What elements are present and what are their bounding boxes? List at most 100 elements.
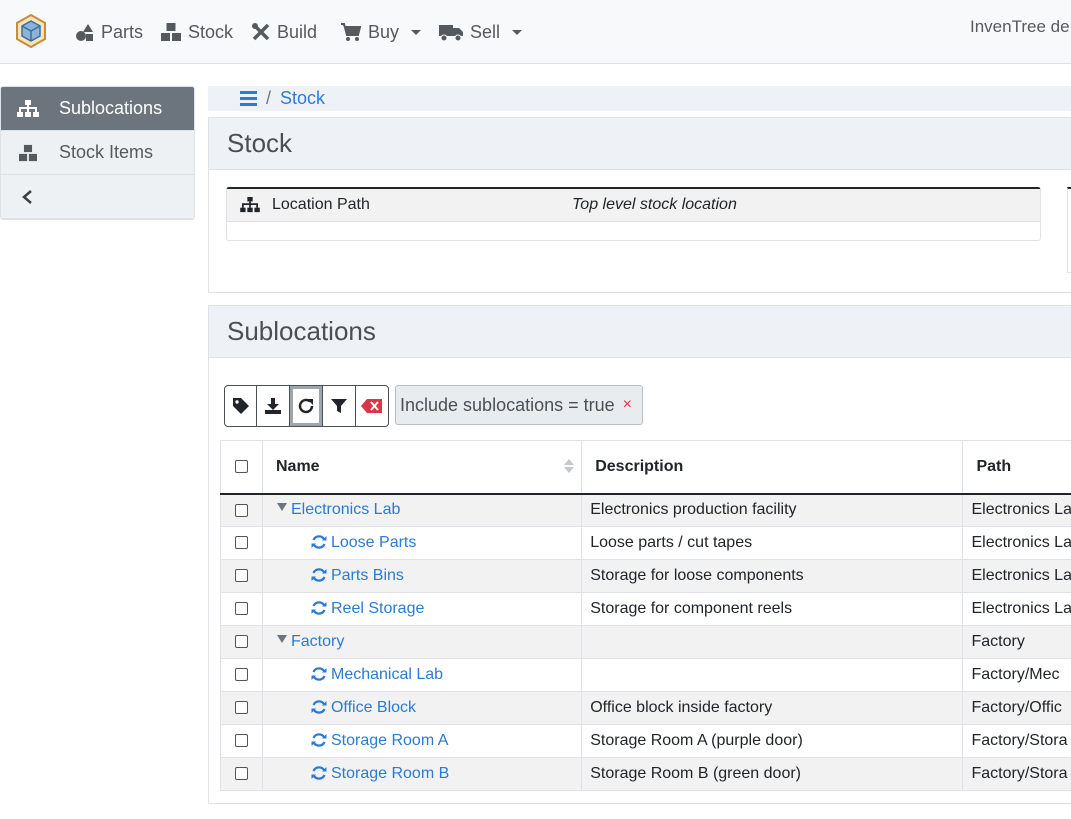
column-header-name[interactable]: Name: [261, 440, 582, 495]
column-header-description[interactable]: Description: [581, 440, 963, 495]
print-labels-button[interactable]: [224, 385, 257, 427]
column-header-label: Name: [275, 457, 320, 475]
sidebar-collapse-button[interactable]: [1, 175, 194, 219]
remove-filter-icon[interactable]: ×: [623, 396, 632, 414]
path-cell: Electronics La: [962, 493, 1071, 527]
tag-icon: [232, 398, 249, 414]
nav-buy-label: Buy: [368, 21, 400, 42]
description-cell: Office block inside factory: [581, 691, 963, 725]
row-checkbox[interactable]: [234, 767, 248, 781]
clear-filters-button[interactable]: [356, 385, 389, 427]
table-row[interactable]: Mechanical Lab Factory/Mec: [220, 658, 1071, 692]
chevron-down-icon: [411, 29, 422, 35]
table-row[interactable]: Parts Bins Storage for loose components El…: [220, 559, 1071, 593]
nav-buy[interactable]: Buy: [340, 19, 422, 45]
sidebar: Sublocations Stock Items: [0, 86, 195, 220]
path-cell: Electronics La: [962, 592, 1071, 626]
row-select-cell: [220, 526, 263, 560]
table-row[interactable]: Electronics Lab Electronics production fa…: [220, 493, 1071, 527]
sync-icon: [311, 601, 327, 615]
nav-build[interactable]: Build: [251, 19, 317, 45]
nav-sell[interactable]: Sell: [438, 19, 523, 45]
sync-icon: [311, 667, 327, 681]
row-checkbox[interactable]: [234, 635, 248, 649]
row-checkbox[interactable]: [234, 569, 248, 583]
sidebar-item-sublocations[interactable]: Sublocations: [1, 87, 194, 131]
filter-button[interactable]: [323, 385, 356, 427]
table-row[interactable]: Reel Storage Storage for component reels E…: [220, 592, 1071, 626]
row-checkbox[interactable]: [234, 734, 248, 748]
table-row[interactable]: Loose Parts Loose parts / cut tapes Electr…: [220, 526, 1071, 560]
row-select-cell: [220, 625, 263, 659]
location-link[interactable]: Office Block: [331, 699, 416, 716]
sublocations-table: Name Description Path Electronics Lab Ele…: [220, 440, 1071, 791]
server-name[interactable]: InvenTree de: [970, 17, 1070, 37]
sublocations-panel: Sublocations Include sublocations = true…: [208, 305, 1071, 804]
path-cell: Factory: [962, 625, 1071, 659]
location-path-row: Location Path Top level stock location: [227, 189, 1040, 222]
location-link[interactable]: Reel Storage: [331, 600, 424, 617]
download-icon: [265, 398, 281, 414]
inventree-logo-icon[interactable]: [14, 14, 48, 48]
breadcrumb: / Stock: [208, 86, 1071, 111]
column-header-path[interactable]: Path: [962, 440, 1071, 495]
nav-sell-label: Sell: [470, 21, 501, 42]
name-cell: Reel Storage: [261, 592, 582, 626]
refresh-icon: [298, 398, 314, 414]
sync-icon: [311, 700, 327, 714]
table-header-row: Name Description Path: [220, 440, 1071, 495]
path-cell: Factory/Stora: [962, 757, 1071, 791]
filter-chip-text: Include sublocations = true: [400, 394, 615, 415]
row-checkbox[interactable]: [234, 503, 248, 517]
row-checkbox[interactable]: [234, 668, 248, 682]
path-cell: Factory/Stora: [962, 724, 1071, 758]
table-row[interactable]: Storage Room A Storage Room A (purple doo…: [220, 724, 1071, 758]
name-cell: Office Block: [261, 691, 582, 725]
refresh-button[interactable]: [290, 385, 323, 427]
location-link[interactable]: Storage Room B: [331, 765, 449, 782]
row-select-cell: [220, 592, 263, 626]
side-info-table: [1067, 187, 1071, 273]
tools-icon: [252, 23, 270, 41]
bars-icon[interactable]: [240, 91, 257, 106]
nav-parts[interactable]: Parts: [75, 19, 143, 45]
boxes-icon: [161, 23, 181, 41]
filter-chip: Include sublocations = true ×: [395, 385, 643, 425]
sync-icon: [311, 766, 327, 780]
row-checkbox[interactable]: [234, 701, 248, 715]
nav-stock-label: Stock: [188, 21, 234, 42]
row-checkbox[interactable]: [234, 536, 248, 550]
table-row[interactable]: Factory Factory: [220, 625, 1071, 659]
name-cell: Storage Room B: [261, 757, 582, 791]
table-toolbar: [224, 385, 389, 427]
chevron-left-icon: [22, 189, 32, 204]
path-cell: Factory/Mec: [962, 658, 1071, 692]
section-title: Sublocations: [209, 306, 1071, 358]
download-button[interactable]: [257, 385, 290, 427]
name-cell: Storage Room A: [261, 724, 582, 758]
sort-icon: [564, 459, 575, 473]
table-row[interactable]: Storage Room B Storage Room B (green door…: [220, 757, 1071, 791]
description-cell: Electronics production facility: [581, 493, 963, 527]
table-row[interactable]: Office Block Office block inside factory F…: [220, 691, 1071, 725]
location-link[interactable]: Loose Parts: [331, 534, 416, 551]
location-link[interactable]: Mechanical Lab: [331, 666, 443, 683]
sidebar-item-label: Sublocations: [59, 98, 163, 118]
description-cell: Storage Room A (purple door): [581, 724, 963, 758]
select-all-cell: [220, 440, 263, 495]
location-link[interactable]: Parts Bins: [331, 567, 404, 584]
expand-toggle-icon[interactable]: [276, 635, 287, 643]
location-link[interactable]: Storage Room A: [331, 732, 448, 749]
nav-stock[interactable]: Stock: [160, 19, 233, 45]
sidebar-item-stock-items[interactable]: Stock Items: [1, 131, 194, 175]
row-checkbox[interactable]: [234, 602, 248, 616]
breadcrumb-stock-link[interactable]: Stock: [280, 88, 325, 109]
description-cell: [581, 625, 963, 659]
row-select-cell: [220, 757, 263, 791]
select-all-checkbox[interactable]: [234, 460, 248, 474]
expand-toggle-icon[interactable]: [276, 503, 287, 512]
location-link[interactable]: Electronics Lab: [291, 501, 400, 518]
location-link[interactable]: Factory: [291, 633, 344, 650]
name-cell: Factory: [261, 625, 582, 659]
shopping-cart-icon: [341, 23, 362, 41]
